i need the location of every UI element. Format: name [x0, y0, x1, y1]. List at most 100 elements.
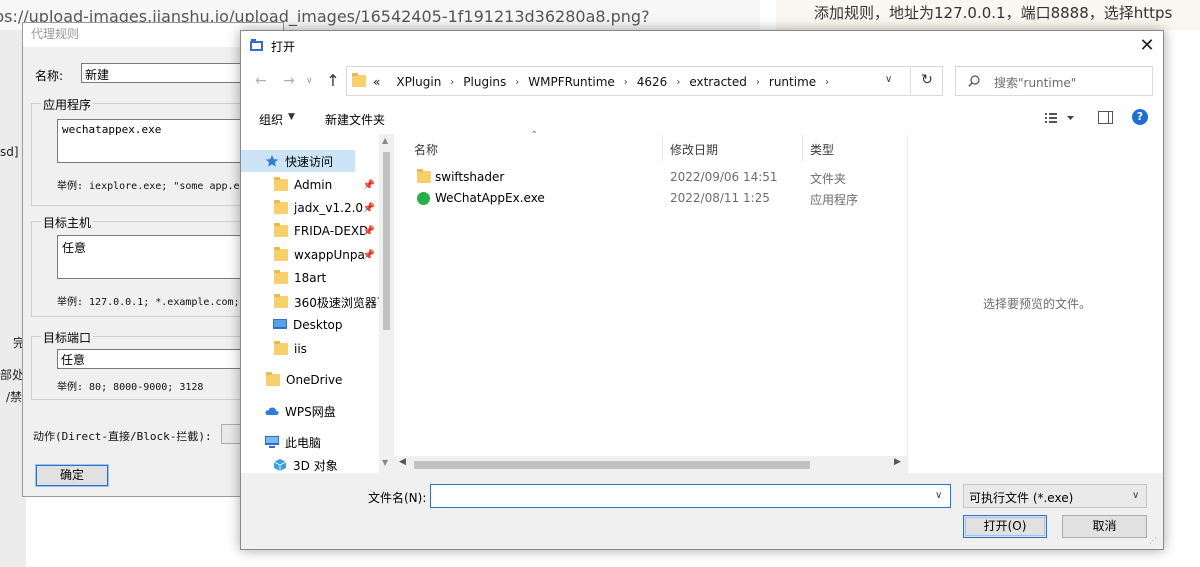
dialog-titlebar: 打开 ✕	[241, 31, 1163, 62]
nav-item-label: 此电脑	[285, 435, 322, 450]
folder-icon	[352, 73, 366, 87]
recent-locations-chevron-icon[interactable]: ∨	[306, 72, 318, 90]
filetype-select[interactable]: 可执行文件 (*.exe) ∨	[963, 484, 1147, 508]
nav-item-18art[interactable]: 18art	[241, 267, 379, 289]
chevron-right-icon[interactable]: ›	[825, 77, 829, 88]
file-type: 应用程序	[810, 193, 859, 207]
nav-item-wps-drive[interactable]: WPS网盘	[241, 400, 379, 422]
chevron-right-icon[interactable]: ›	[676, 77, 680, 88]
file-list-header: 名称 ⌃ 修改日期 类型	[404, 130, 907, 161]
open-file-dialog: 打开 ✕ ← → ∨ ↑ « XPlugin › Plugins › WMPFRun…	[240, 30, 1164, 550]
nav-item-jadx[interactable]: jadx_v1.2.0 📌	[241, 197, 379, 219]
nav-item-iis[interactable]: iis	[241, 338, 379, 360]
scroll-down-icon[interactable]: ▼	[382, 458, 388, 467]
chevron-right-icon[interactable]: ›	[515, 77, 519, 88]
back-arrow-icon[interactable]: ←	[252, 72, 270, 90]
nav-scroll-thumb[interactable]	[383, 152, 390, 330]
breadcrumb-item[interactable]: Plugins	[463, 75, 506, 89]
nav-item-label: jadx_v1.2.0	[294, 201, 364, 215]
breadcrumb: « XPlugin › Plugins › WMPFRuntime › 4626 › e…	[373, 73, 838, 91]
rule-name-label: 名称:	[35, 69, 64, 83]
file-name: WeChatAppEx.exe	[435, 191, 545, 205]
breadcrumb-item[interactable]: 4626	[637, 75, 668, 89]
refresh-icon[interactable]: ↻	[910, 66, 943, 96]
preview-pane-icon[interactable]	[1098, 111, 1113, 124]
address-bar[interactable]: « XPlugin › Plugins › WMPFRuntime › 4626 › e…	[346, 66, 943, 96]
breadcrumb-item[interactable]: extracted	[689, 75, 747, 89]
filename-input[interactable]: ∨	[430, 484, 951, 508]
column-name[interactable]: 名称	[414, 141, 438, 158]
host-example-text: 举例: 127.0.0.1; *.example.com;	[57, 297, 240, 308]
port-group-label: 目标端口	[41, 329, 94, 346]
organize-menu[interactable]: 组织	[259, 111, 283, 128]
nav-item-360-browser[interactable]: 360极速浏览器下	[241, 291, 379, 313]
chevron-down-icon[interactable]: ∨	[935, 490, 942, 501]
chevron-right-icon[interactable]: ›	[624, 77, 628, 88]
new-folder-button[interactable]: 新建文件夹	[325, 111, 385, 128]
column-modified[interactable]: 修改日期	[670, 141, 718, 158]
nav-item-desktop[interactable]: Desktop	[241, 314, 379, 336]
nav-scrollbar[interactable]: ▲ ▼	[379, 134, 394, 473]
cloud-folder-icon	[266, 372, 280, 386]
breadcrumb-item[interactable]: XPlugin	[396, 75, 441, 89]
column-type[interactable]: 类型	[810, 141, 834, 158]
resize-grip-icon[interactable]: ⋰	[1149, 536, 1157, 545]
forward-arrow-icon[interactable]: →	[280, 72, 298, 90]
nav-item-this-pc[interactable]: 此电脑	[241, 431, 379, 453]
column-divider[interactable]	[662, 135, 663, 161]
up-arrow-icon[interactable]: ↑	[324, 71, 342, 91]
file-row[interactable]: WeChatAppEx.exe 2022/08/11 1:25 应用程序	[414, 188, 884, 208]
file-type: 文件夹	[810, 172, 847, 186]
nav-item-admin[interactable]: Admin 📌	[241, 174, 379, 196]
file-list-scrollbar[interactable]: ◀ ▶	[394, 456, 907, 473]
view-menu-icon[interactable]	[1043, 109, 1077, 127]
close-icon[interactable]: ✕	[1135, 35, 1159, 59]
scroll-up-icon[interactable]: ▲	[382, 136, 388, 145]
pin-icon: 📌	[362, 179, 375, 191]
nav-item-wxappunpack[interactable]: wxappUnpa 📌	[241, 244, 379, 266]
caret-down-icon[interactable]: ▼	[288, 112, 295, 122]
chevron-down-icon[interactable]: ∨	[1132, 490, 1139, 501]
preview-placeholder: 选择要预览的文件。	[983, 297, 1092, 311]
folder-icon	[274, 223, 288, 237]
app-example-text: 举例: iexplore.exe; "some app.exe"	[57, 181, 258, 192]
ok-button[interactable]: 确定	[35, 464, 109, 487]
folder-icon	[274, 341, 288, 355]
help-icon[interactable]: ?	[1132, 109, 1148, 125]
app-group-label: 应用程序	[41, 96, 94, 113]
port-example-text: 举例: 80; 8000-9000; 3128	[57, 382, 204, 393]
nav-item-label: wxappUnpa	[294, 248, 365, 262]
folder-icon	[274, 200, 288, 214]
open-folder-icon	[250, 39, 263, 51]
nav-item-quick-access[interactable]: 快速访问	[241, 150, 355, 172]
breadcrumb-item[interactable]: runtime	[769, 75, 816, 89]
nav-item-onedrive[interactable]: OneDrive	[241, 369, 379, 391]
exe-icon	[417, 192, 430, 205]
folder-icon	[274, 177, 288, 191]
cloud-icon	[265, 407, 279, 415]
folder-icon	[417, 169, 431, 183]
chevron-right-icon[interactable]: ›	[756, 77, 760, 88]
scroll-left-icon[interactable]: ◀	[399, 457, 406, 467]
column-divider[interactable]	[802, 135, 803, 161]
file-row[interactable]: swiftshader 2022/09/06 14:51 文件夹	[414, 167, 884, 187]
search-box[interactable]: 搜索"runtime"	[955, 66, 1153, 96]
file-list-scroll-thumb[interactable]	[414, 461, 810, 469]
pin-icon: 📌	[362, 225, 375, 237]
search-input[interactable]: 搜索"runtime"	[994, 74, 1076, 91]
preview-divider	[907, 135, 908, 474]
breadcrumb-overflow[interactable]: «	[373, 75, 380, 89]
cancel-button[interactable]: 取消	[1062, 515, 1147, 538]
nav-item-label: 3D 对象	[293, 458, 338, 473]
nav-item-label: OneDrive	[286, 373, 343, 387]
nav-item-3d-objects[interactable]: 3D 对象	[241, 454, 379, 473]
breadcrumb-item[interactable]: WMPFRuntime	[528, 75, 614, 89]
chevron-right-icon[interactable]: ›	[450, 77, 454, 88]
open-button[interactable]: 打开(O)	[963, 515, 1047, 538]
nav-item-frida[interactable]: FRIDA-DEXD 📌	[241, 220, 379, 242]
pin-icon: 📌	[362, 202, 375, 214]
filetype-value: 可执行文件 (*.exe)	[969, 491, 1074, 505]
star-icon	[265, 155, 279, 167]
address-dropdown-icon[interactable]: ∨	[885, 74, 899, 85]
scroll-right-icon[interactable]: ▶	[894, 457, 901, 467]
